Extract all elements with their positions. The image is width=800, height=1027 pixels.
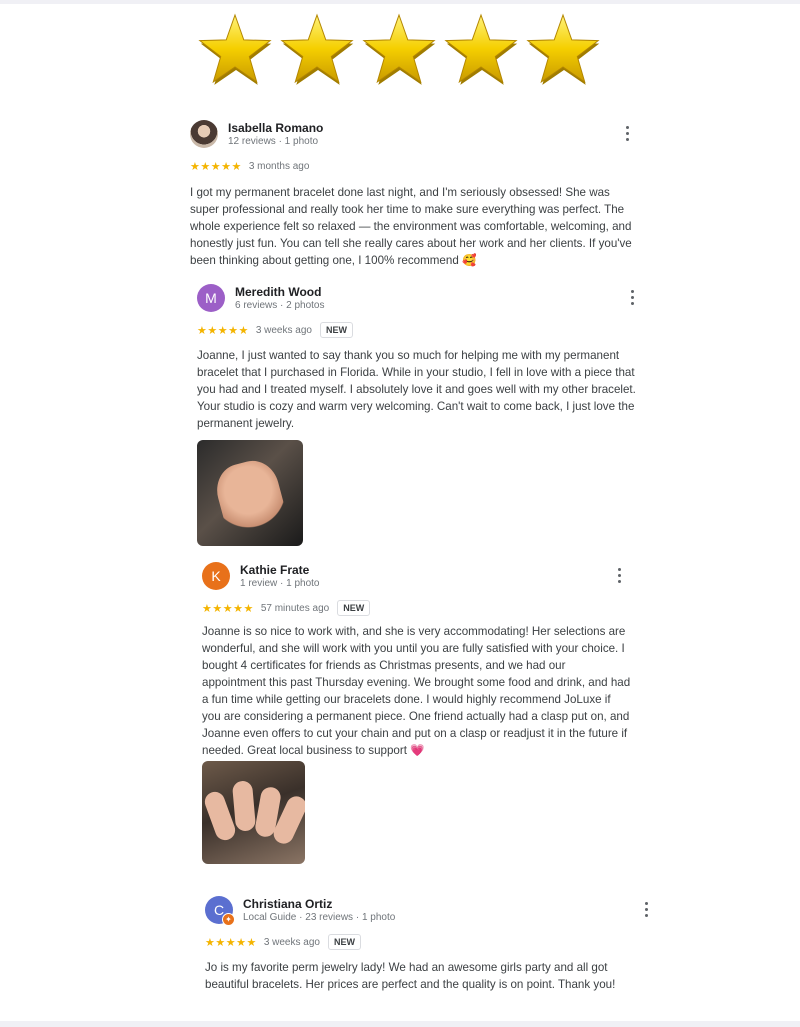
review-time: 3 weeks ago [255,324,312,336]
avatar[interactable]: C ✦ [205,896,235,926]
star-rating: ★★★★★ [197,324,249,337]
rating-row: ★★★★★ 3 weeks ago NEW [205,934,361,950]
review-body: Joanne is so nice to work with, and she … [202,625,631,757]
new-badge: NEW [337,600,371,616]
review-body: I got my permanent bracelet done last ni… [190,186,632,267]
rating-row: ★★★★★ 3 months ago [190,158,309,174]
review-time: 3 weeks ago [263,936,320,948]
new-badge: NEW [319,322,353,338]
review-card: M Meredith Wood 6 reviews · 2 photos ★★★… [197,284,657,554]
reviewer-meta: Local Guide · 23 reviews · 1 photo [243,912,396,923]
heart-icon: 💗 [410,744,425,757]
new-badge: NEW [327,934,361,950]
hand-image [210,455,290,539]
reviewer-meta: 6 reviews · 2 photos [235,300,325,311]
star-icon [362,13,436,84]
star-icon [526,13,600,84]
review-text: Jo is my favorite perm jewelry lady! We … [205,961,616,991]
star-rating: ★★★★★ [190,160,242,173]
reviewer-name[interactable]: Christiana Ortiz [243,897,332,911]
rating-row: ★★★★★ 57 minutes ago NEW [202,600,371,616]
local-guide-badge-icon: ✦ [222,913,235,926]
five-star-rating [198,10,608,88]
more-options-icon[interactable] [645,902,649,918]
review-photo[interactable] [202,761,305,864]
avatar[interactable]: K [202,562,230,590]
hand-image [231,780,257,832]
review-photo[interactable] [197,440,303,546]
review-text: I got my permanent bracelet done last ni… [190,184,640,269]
smiling-face-hearts-icon: 🥰 [462,254,477,267]
reviewer-meta: 1 review · 1 photo [240,578,320,589]
star-icon [280,13,354,84]
star-rating: ★★★★★ [202,602,254,615]
avatar[interactable]: M [197,284,225,312]
star-icon [198,13,272,84]
review-text: Joanne is so nice to work with, and she … [202,623,632,759]
more-options-icon[interactable] [618,568,622,584]
review-time: 3 months ago [248,160,310,172]
reviewer-name[interactable]: Meredith Wood [235,285,321,299]
review-time: 57 minutes ago [260,602,330,614]
reviewer-name[interactable]: Isabella Romano [228,121,323,135]
star-icon [444,13,518,84]
review-card: Isabella Romano 12 reviews · 1 photo ★★★… [190,120,650,280]
reviews-page: Isabella Romano 12 reviews · 1 photo ★★★… [0,4,800,1021]
reviewer-meta: 12 reviews · 1 photo [228,136,319,147]
rating-stars-graphic [198,13,600,85]
reviewer-name[interactable]: Kathie Frate [240,563,309,577]
avatar[interactable] [190,120,218,148]
rating-row: ★★★★★ 3 weeks ago NEW [197,322,353,338]
review-text: Joanne, I just wanted to say thank you s… [197,349,636,430]
review-card: C ✦ Christiana Ortiz Local Guide · 23 re… [205,896,665,996]
more-options-icon[interactable] [631,290,635,306]
more-options-icon[interactable] [626,126,630,142]
star-rating: ★★★★★ [205,936,257,949]
review-card: K Kathie Frate 1 review · 1 photo ★★★★★ … [202,562,662,864]
